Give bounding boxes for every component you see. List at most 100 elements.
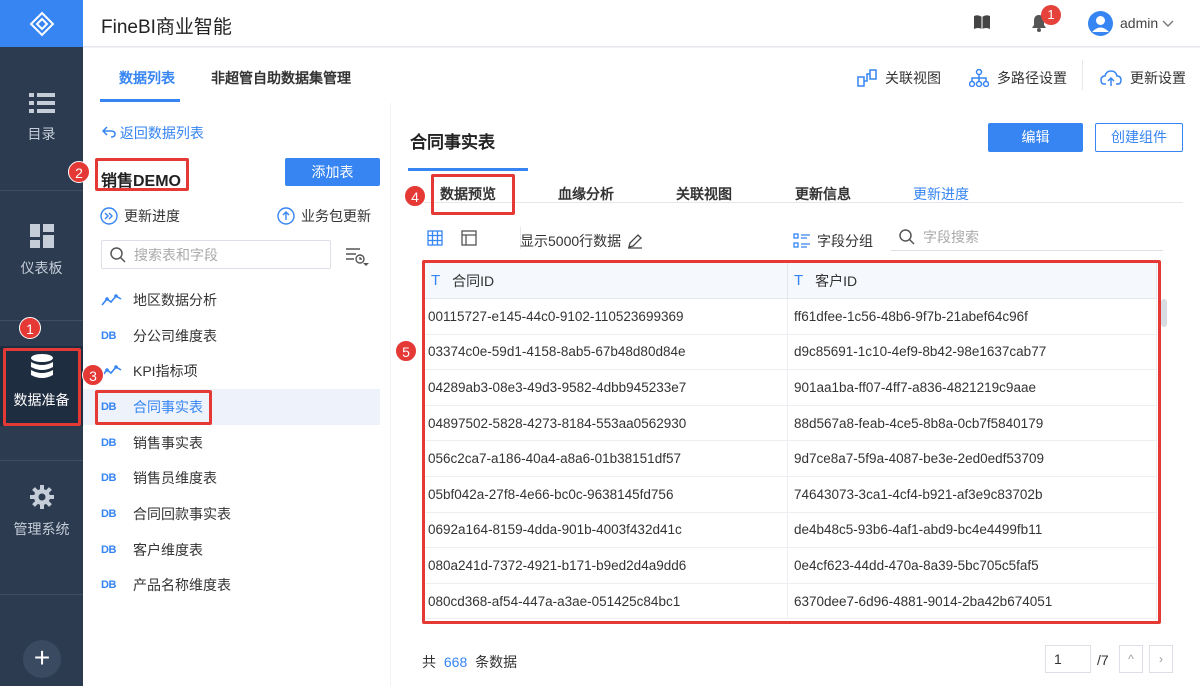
update-settings-label: 更新设置 [1130, 70, 1186, 86]
relation-view-button[interactable]: 关联视图 [857, 68, 941, 88]
annotation-badge: 3 [82, 364, 104, 386]
field-group-icon [793, 233, 810, 248]
annotation-box [95, 390, 212, 425]
relation-view-label: 关联视图 [885, 70, 941, 86]
annotation-badge: 1 [19, 317, 41, 339]
nav-label: 仪表板 [20, 260, 63, 276]
user-icon [1092, 16, 1109, 32]
row-limit-label: 显示5000行数据 [520, 233, 622, 249]
list-item[interactable]: DB 产品名称维度表 [83, 568, 380, 604]
sub-header: 数据列表 非超管自助数据集管理 关联视图 多路径设置 更新设置 [83, 48, 1200, 103]
active-tab-indicator [100, 99, 180, 102]
update-settings-button[interactable]: 更新设置 [1100, 68, 1197, 88]
list-item[interactable]: DB 合同回款事实表 [83, 496, 380, 532]
db-table-icon: DB [101, 543, 116, 556]
prev-page-button[interactable]: ^ [1119, 645, 1143, 673]
add-button[interactable]: + [23, 640, 61, 678]
edit-button[interactable]: 编辑 [988, 123, 1083, 152]
table-name: 分公司维度表 [133, 327, 217, 344]
table-scrollbar[interactable] [1161, 299, 1167, 327]
nav-divider [0, 320, 83, 321]
update-progress-label: 更新进度 [124, 208, 180, 224]
search-icon [899, 228, 915, 245]
field-group-button[interactable]: 字段分组 [793, 231, 873, 251]
layout-view-icon[interactable] [461, 230, 477, 246]
list-item[interactable]: DB 分公司维度表 [83, 318, 380, 354]
row-count-value: 668 [443, 654, 468, 670]
table-search-input[interactable]: 搜索表和字段 [101, 240, 331, 269]
field-group-label: 字段分组 [817, 233, 873, 249]
tab-relation-view[interactable]: 关联视图 [674, 169, 734, 203]
db-table-icon: DB [101, 329, 116, 342]
multipath-settings-button[interactable]: 多路径设置 [969, 68, 1067, 88]
user-menu[interactable]: admin [1120, 15, 1174, 31]
chevron-down-icon [1162, 20, 1174, 27]
list-item[interactable]: 地区数据分析 [83, 282, 380, 318]
tab-self-service-dataset[interactable]: 非超管自助数据集管理 [211, 68, 351, 88]
multipath-settings-label: 多路径设置 [997, 70, 1067, 86]
preview-toolbar: 显示5000行数据 字段分组 字段搜索 [408, 221, 1183, 253]
table-name: 地区数据分析 [133, 291, 217, 308]
page-total: /7 [1097, 652, 1109, 668]
tab-update-progress[interactable]: 更新进度 [911, 169, 971, 203]
left-nav: 目录 仪表板 数据准备 管理系统 + [0, 0, 83, 686]
annotation-box [3, 348, 81, 426]
list-item[interactable]: DB 销售员维度表 [83, 460, 380, 496]
tab-lineage[interactable]: 血缘分析 [556, 169, 616, 203]
logo[interactable] [0, 0, 83, 47]
nav-label: 目录 [27, 126, 56, 142]
header-divider [1082, 60, 1083, 90]
fast-forward-circle-icon [100, 207, 118, 225]
db-table-icon: DB [101, 472, 116, 485]
package-update-button[interactable]: 业务包更新 [277, 206, 371, 226]
annotation-badge: 2 [68, 161, 90, 183]
list-icon [28, 93, 55, 113]
row-count-suffix: 条数据 [475, 654, 518, 670]
annotation-badge: 4 [404, 185, 426, 207]
package-update-label: 业务包更新 [301, 208, 371, 224]
tab-data-list[interactable]: 数据列表 [119, 68, 175, 88]
undo-arrow-icon [101, 126, 116, 138]
sort-filter-icon[interactable] [345, 246, 369, 266]
grid-view-icon[interactable] [427, 230, 443, 246]
back-to-list-link[interactable]: 返回数据列表 [101, 123, 204, 143]
table-name: 产品名称维度表 [133, 577, 231, 594]
table-name: 销售事实表 [133, 434, 203, 451]
table-name: KPI指标项 [133, 363, 198, 380]
analysis-table-icon [101, 365, 122, 377]
nav-item-dashboard[interactable]: 仪表板 [0, 224, 83, 278]
update-progress-link[interactable]: 更新进度 [100, 206, 180, 226]
field-search-input[interactable]: 字段搜索 [891, 223, 1163, 251]
add-table-button[interactable]: 添加表 [285, 158, 380, 186]
row-limit-setting[interactable]: 显示5000行数据 [520, 231, 643, 251]
relation-icon [857, 69, 877, 87]
user-name: admin [1120, 15, 1159, 31]
top-bar: FineBI商业智能 1 admin [83, 0, 1200, 47]
tab-update-info[interactable]: 更新信息 [793, 169, 853, 203]
search-icon [110, 246, 126, 263]
finebi-logo-icon [29, 11, 54, 36]
row-count-prefix: 共 [422, 654, 436, 670]
create-component-button[interactable]: 创建组件 [1095, 123, 1183, 152]
page-number-input[interactable]: 1 [1045, 645, 1091, 673]
hierarchy-icon [969, 69, 989, 87]
detail-tabs: 数据预览 血缘分析 关联视图 更新信息 更新进度 [408, 168, 1183, 203]
app-title: FineBI商业智能 [101, 17, 232, 38]
page-title: 合同事实表 [410, 133, 495, 152]
annotation-badge: 5 [395, 340, 417, 362]
gear-icon [29, 485, 54, 509]
list-item[interactable]: KPI指标项 [83, 353, 380, 389]
avatar[interactable] [1088, 11, 1113, 36]
list-item[interactable]: DB 销售事实表 [83, 425, 380, 461]
field-search-placeholder: 字段搜索 [923, 228, 979, 245]
next-page-button[interactable]: › [1149, 645, 1173, 673]
nav-divider [0, 190, 83, 191]
annotation-box [422, 260, 1161, 624]
list-item[interactable]: DB 客户维度表 [83, 532, 380, 568]
nav-divider [0, 460, 83, 461]
db-table-icon: DB [101, 436, 116, 449]
nav-item-catalog[interactable]: 目录 [0, 92, 83, 144]
annotation-box [431, 174, 515, 215]
nav-item-admin[interactable]: 管理系统 [0, 485, 83, 539]
book-icon[interactable] [973, 14, 991, 30]
